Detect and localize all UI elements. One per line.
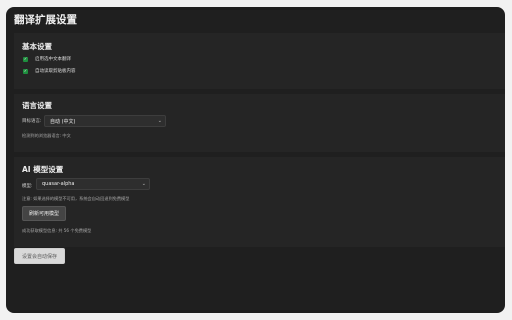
target-language-select[interactable]: 自动 (中文) ⌄ bbox=[44, 115, 166, 127]
checkbox-clipboard-read[interactable]: ✓ bbox=[23, 68, 28, 74]
option-selection-translate[interactable]: ✓ 启用选中文本翻译 bbox=[23, 56, 71, 62]
language-settings-section: 语言设置 目标语言: 自动 (中文) ⌄ 检测到的浏览器语言: 中文 bbox=[14, 94, 505, 152]
target-language-label: 目标语言: bbox=[22, 119, 42, 124]
autosave-status-button[interactable]: 设置会自动保存 bbox=[14, 248, 65, 264]
option-clipboard-read[interactable]: ✓ 自动读取剪贴板内容 bbox=[23, 68, 76, 74]
basic-settings-title: 基本设置 bbox=[22, 42, 52, 51]
model-value: quasar-alpha bbox=[42, 181, 75, 187]
chevron-down-icon: ⌄ bbox=[141, 181, 146, 187]
refresh-models-button[interactable]: 刷新可用模型 bbox=[22, 206, 66, 221]
detected-language-hint: 检测到的浏览器语言: 中文 bbox=[22, 133, 71, 138]
model-fetch-status: 成功获取模型信息: 共 56 个免费模型 bbox=[22, 228, 92, 233]
model-fallback-warning: 注意: 如果选择的模型不可用，系统会自动回退到免费模型 bbox=[22, 196, 130, 201]
option-clipboard-read-label: 自动读取剪贴板内容 bbox=[35, 69, 76, 74]
settings-window: 翻译扩展设置 基本设置 ✓ 启用选中文本翻译 ✓ 自动读取剪贴板内容 语言设置 … bbox=[6, 7, 505, 313]
model-select[interactable]: quasar-alpha ⌄ bbox=[36, 178, 150, 190]
target-language-value: 自动 (中文) bbox=[50, 118, 76, 125]
model-label: 模型: bbox=[22, 184, 33, 189]
basic-settings-section: 基本设置 ✓ 启用选中文本翻译 ✓ 自动读取剪贴板内容 bbox=[14, 33, 505, 89]
ai-settings-section: AI 模型设置 模型: quasar-alpha ⌄ 注意: 如果选择的模型不可… bbox=[14, 157, 505, 247]
option-selection-translate-label: 启用选中文本翻译 bbox=[35, 57, 71, 62]
page-title: 翻译扩展设置 bbox=[14, 14, 77, 26]
checkbox-selection-translate[interactable]: ✓ bbox=[23, 56, 28, 62]
chevron-down-icon: ⌄ bbox=[157, 118, 162, 124]
ai-settings-title: AI 模型设置 bbox=[22, 165, 64, 174]
language-settings-title: 语言设置 bbox=[22, 101, 52, 110]
